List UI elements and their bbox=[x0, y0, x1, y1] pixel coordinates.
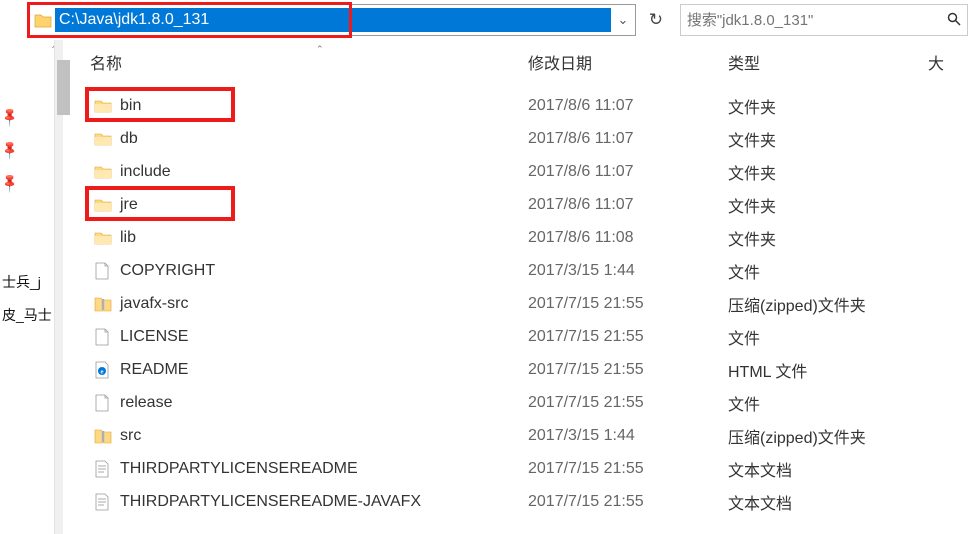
folder-icon bbox=[88, 231, 120, 245]
file-row[interactable]: THIRDPARTYLICENSEREADME2017/7/15 21:55文本… bbox=[88, 452, 968, 485]
file-type: 文本文档 bbox=[728, 490, 928, 514]
file-row[interactable]: javafx-src2017/7/15 21:55压缩(zipped)文件夹 bbox=[88, 287, 968, 320]
quick-access-item[interactable]: 📌 bbox=[0, 100, 54, 133]
column-header-name[interactable]: 名称 bbox=[88, 50, 528, 74]
top-toolbar: C:\Java\jdk1.8.0_131 ⌄ ↻ bbox=[0, 0, 968, 40]
folder-icon bbox=[88, 165, 120, 179]
file-date: 2017/7/15 21:55 bbox=[528, 394, 728, 412]
file-name: javafx-src bbox=[120, 295, 528, 313]
file-icon bbox=[88, 394, 120, 412]
quick-access-item[interactable]: 士兵_j bbox=[0, 265, 54, 298]
file-name: db bbox=[120, 130, 528, 148]
file-date: 2017/8/6 11:07 bbox=[528, 130, 728, 148]
file-date: 2017/8/6 11:07 bbox=[528, 163, 728, 181]
file-type: 文件 bbox=[728, 391, 928, 415]
scrollbar-thumb[interactable] bbox=[57, 60, 70, 115]
quick-access-item[interactable] bbox=[0, 199, 54, 232]
file-type: 文件夹 bbox=[728, 226, 928, 250]
content-area: ⌃ 📌📌📌士兵_j皮_马士 ⌃ 名称 修改日期 类型 大 bin2017/8/6… bbox=[0, 40, 968, 534]
search-input[interactable] bbox=[687, 12, 947, 29]
nav-scrollbar[interactable] bbox=[54, 40, 63, 534]
navigation-pane: ⌃ 📌📌📌士兵_j皮_马士 bbox=[0, 40, 54, 534]
file-icon bbox=[88, 262, 120, 280]
folder-icon bbox=[33, 10, 53, 30]
file-type: 压缩(zipped)文件夹 bbox=[728, 424, 928, 448]
column-header-date[interactable]: 修改日期 bbox=[528, 50, 728, 74]
quick-access-item[interactable]: 📌 bbox=[0, 133, 54, 166]
file-row[interactable]: e README2017/7/15 21:55HTML 文件 bbox=[88, 353, 968, 386]
file-type: 文件 bbox=[728, 325, 928, 349]
folder-icon bbox=[88, 132, 120, 146]
column-header-size[interactable]: 大 bbox=[928, 50, 968, 74]
file-date: 2017/7/15 21:55 bbox=[528, 295, 728, 313]
file-icon bbox=[88, 328, 120, 346]
file-name: README bbox=[120, 361, 528, 379]
file-date: 2017/8/6 11:08 bbox=[528, 229, 728, 247]
file-row[interactable]: lib2017/8/6 11:08文件夹 bbox=[88, 221, 968, 254]
file-date: 2017/7/15 21:55 bbox=[528, 460, 728, 478]
zip-icon bbox=[88, 428, 120, 444]
file-date: 2017/7/15 21:55 bbox=[528, 361, 728, 379]
text-icon bbox=[88, 460, 120, 478]
file-date: 2017/7/15 21:55 bbox=[528, 493, 728, 511]
file-row[interactable]: bin2017/8/6 11:07文件夹 bbox=[88, 89, 968, 122]
svg-text:e: e bbox=[100, 369, 103, 375]
pin-icon: 📌 bbox=[0, 105, 21, 128]
address-dropdown-icon[interactable]: ⌄ bbox=[611, 12, 635, 28]
quick-access-label: 士兵_j bbox=[2, 272, 41, 292]
sort-indicator-icon: ⌃ bbox=[316, 44, 324, 55]
file-row[interactable]: src2017/3/15 1:44压缩(zipped)文件夹 bbox=[88, 419, 968, 452]
file-date: 2017/8/6 11:07 bbox=[528, 97, 728, 115]
file-date: 2017/7/15 21:55 bbox=[528, 328, 728, 346]
file-list-panel: ⌃ 名称 修改日期 类型 大 bin2017/8/6 11:07文件夹db201… bbox=[63, 40, 968, 534]
text-icon bbox=[88, 493, 120, 511]
file-name: release bbox=[120, 394, 528, 412]
pin-icon: 📌 bbox=[0, 138, 21, 161]
file-row[interactable]: THIRDPARTYLICENSEREADME-JAVAFX2017/7/15 … bbox=[88, 485, 968, 518]
file-type: 压缩(zipped)文件夹 bbox=[728, 292, 928, 316]
address-bar[interactable]: C:\Java\jdk1.8.0_131 ⌄ bbox=[28, 4, 636, 36]
file-type: HTML 文件 bbox=[728, 358, 928, 382]
file-date: 2017/8/6 11:07 bbox=[528, 196, 728, 214]
refresh-button[interactable]: ↻ bbox=[642, 4, 670, 36]
quick-access-item[interactable] bbox=[0, 232, 54, 265]
address-path[interactable]: C:\Java\jdk1.8.0_131 bbox=[55, 8, 611, 32]
file-name: LICENSE bbox=[120, 328, 528, 346]
file-name: src bbox=[120, 427, 528, 445]
file-name: THIRDPARTYLICENSEREADME bbox=[120, 460, 528, 478]
file-date: 2017/3/15 1:44 bbox=[528, 427, 728, 445]
file-row[interactable]: COPYRIGHT2017/3/15 1:44文件 bbox=[88, 254, 968, 287]
file-name: lib bbox=[120, 229, 528, 247]
file-row[interactable]: jre2017/8/6 11:07文件夹 bbox=[88, 188, 968, 221]
pin-icon: 📌 bbox=[0, 171, 21, 194]
quick-access-item[interactable]: 皮_马士 bbox=[0, 298, 54, 331]
quick-access-item[interactable]: 📌 bbox=[0, 166, 54, 199]
file-name: include bbox=[120, 163, 528, 181]
html-icon: e bbox=[88, 361, 120, 379]
column-headers: 名称 修改日期 类型 大 bbox=[88, 40, 968, 89]
file-date: 2017/3/15 1:44 bbox=[528, 262, 728, 280]
file-type: 文件夹 bbox=[728, 127, 928, 151]
folder-icon bbox=[88, 99, 120, 113]
file-name: COPYRIGHT bbox=[120, 262, 528, 280]
file-type: 文件夹 bbox=[728, 94, 928, 118]
file-type: 文本文档 bbox=[728, 457, 928, 481]
quick-access-label: 皮_马士 bbox=[2, 305, 52, 325]
search-box[interactable] bbox=[680, 4, 968, 36]
file-row[interactable]: include2017/8/6 11:07文件夹 bbox=[88, 155, 968, 188]
zip-icon bbox=[88, 296, 120, 312]
file-row[interactable]: db2017/8/6 11:07文件夹 bbox=[88, 122, 968, 155]
search-icon[interactable] bbox=[947, 12, 961, 29]
file-name: THIRDPARTYLICENSEREADME-JAVAFX bbox=[120, 493, 528, 511]
file-type: 文件夹 bbox=[728, 160, 928, 184]
file-name: bin bbox=[120, 97, 528, 115]
file-row[interactable]: LICENSE2017/7/15 21:55文件 bbox=[88, 320, 968, 353]
file-type: 文件 bbox=[728, 259, 928, 283]
column-header-type[interactable]: 类型 bbox=[728, 50, 928, 74]
file-name: jre bbox=[120, 196, 528, 214]
file-row[interactable]: release2017/7/15 21:55文件 bbox=[88, 386, 968, 419]
quick-access-item[interactable] bbox=[0, 331, 54, 364]
folder-icon bbox=[88, 198, 120, 212]
file-type: 文件夹 bbox=[728, 193, 928, 217]
